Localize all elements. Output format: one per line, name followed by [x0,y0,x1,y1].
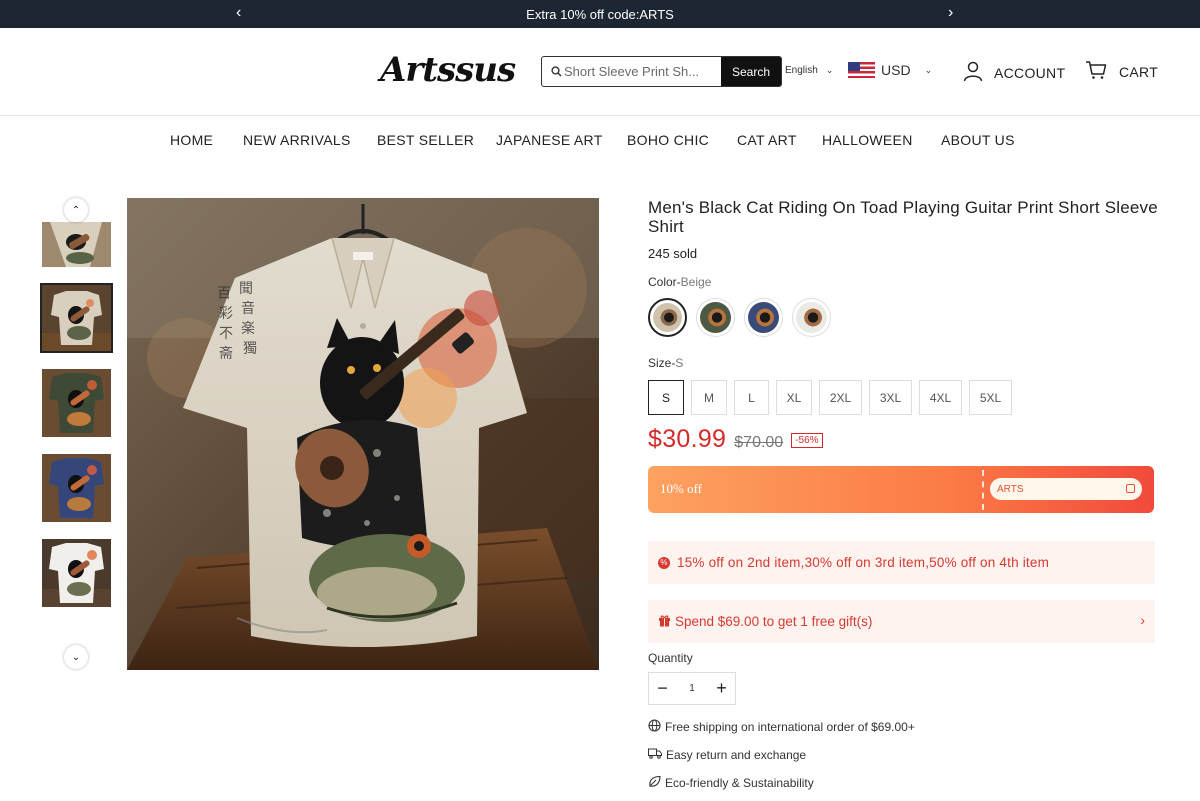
truck-icon [648,747,662,762]
nav-item-new-arrivals[interactable]: NEW ARRIVALS [243,132,351,148]
size-option-2xl[interactable]: 2XL [819,380,862,415]
free-gift-banner[interactable]: Spend $69.00 to get 1 free gift(s) › [648,600,1155,643]
size-option-l[interactable]: L [734,380,769,415]
announcement-text: Extra 10% off code:ARTS [526,6,674,22]
quantity-stepper: − 1 + [648,672,736,705]
multi-buy-promo: % 15% off on 2nd item,30% off on 3rd ite… [648,541,1155,584]
svg-text:獨: 獨 [243,341,257,357]
original-price: $70.00 [734,434,784,451]
cart-icon [1085,60,1107,83]
thumbnail-green[interactable] [42,369,111,437]
quantity-increase-button[interactable]: + [708,673,735,704]
search-button[interactable]: Search [721,57,781,86]
thumbnail-partial[interactable] [42,222,111,267]
gift-icon [658,614,671,630]
announcement-prev-arrow-icon[interactable]: ‹ [236,4,241,22]
sold-count: 245 sold [648,246,698,261]
us-flag-icon [848,62,875,78]
nav-item-home[interactable]: HOME [170,132,213,148]
main-nav: HOME NEW ARRIVALS BEST SELLER JAPANESE A… [0,130,1200,152]
current-price: $30.99 [648,425,727,453]
announcement-next-arrow-icon[interactable]: › [948,4,953,22]
search-icon [542,57,562,86]
size-option-m[interactable]: M [691,380,727,415]
chevron-down-icon: ⌄ [924,64,933,75]
thumbnail-scroll-down-icon[interactable]: ⌄ [64,645,88,669]
nav-item-best-seller[interactable]: BEST SELLER [377,132,474,148]
nav-item-halloween[interactable]: HALLOWEEN [822,132,913,148]
selected-color-value: Beige [680,275,712,289]
language-label: English [785,65,818,76]
cart-label: CART [1119,63,1159,80]
nav-item-japanese-art[interactable]: JAPANESE ART [496,132,603,148]
size-options: S M L XL 2XL 3XL 4XL 5XL [648,380,1012,415]
size-option-4xl[interactable]: 4XL [919,380,962,415]
leaf-icon [648,775,661,791]
thumbnail-scroll-up-icon[interactable]: ⌃ [64,198,88,222]
quantity-label: Quantity [648,651,693,665]
color-swatch-white[interactable] [792,298,831,337]
thumbnail-beige[interactable] [40,283,113,353]
svg-text:百: 百 [217,286,231,302]
size-label: Size-S [648,356,684,370]
search-input[interactable] [562,57,721,86]
account-link[interactable]: ACCOUNT [962,60,1065,85]
brand-logo[interactable]: Artssus [380,50,516,90]
feature-eco-friendly: Eco-friendly & Sustainability [648,775,814,791]
thumbnail-white[interactable] [42,539,111,607]
color-swatch-navy[interactable] [744,298,783,337]
site-header: Artssus Search English ⌄ USD ⌄ ACCOUNT C… [0,28,1200,116]
size-option-xl[interactable]: XL [776,380,812,415]
thumbnail-navy[interactable] [42,454,111,522]
nav-item-cat-art[interactable]: CAT ART [737,132,797,148]
color-swatch-green[interactable] [696,298,735,337]
svg-text:斋: 斋 [219,345,233,362]
size-option-3xl[interactable]: 3XL [869,380,912,415]
svg-text:聞: 聞 [239,281,253,297]
copy-icon [1126,484,1135,493]
size-option-s[interactable]: S [648,380,684,415]
coupon-label: 10% off [660,481,703,496]
main-product-image[interactable]: 百彩不斋 聞音楽獨 [127,198,599,670]
coupon-code: ARTS [997,483,1024,495]
feature-easy-return: Easy return and exchange [648,747,806,762]
currency-selector[interactable]: USD ⌄ [848,62,932,78]
color-swatches [648,298,831,337]
coupon-divider [982,470,984,510]
svg-text:楽: 楽 [241,321,255,337]
cart-link[interactable]: CART [1085,60,1158,83]
selected-size-value: S [675,356,684,370]
globe-icon [648,719,661,735]
nav-item-boho-chic[interactable]: BOHO CHIC [627,132,709,148]
price-block: $30.99 $70.00 -56% [648,425,823,454]
announcement-bar: ‹ Extra 10% off code:ARTS › [0,0,1200,28]
language-selector[interactable]: English ⌄ [785,65,833,76]
nav-item-about-us[interactable]: ABOUT US [941,132,1015,148]
discount-badge: -56% [791,433,823,448]
chevron-down-icon: ⌄ [825,65,834,75]
coupon-code-copy-button[interactable]: ARTS [990,478,1142,500]
quantity-value[interactable]: 1 [676,683,708,694]
product-title: Men's Black Cat Riding On Toad Playing G… [648,198,1158,236]
currency-label: USD [881,62,911,78]
product-info: Men's Black Cat Riding On Toad Playing G… [648,198,1158,790]
quantity-decrease-button[interactable]: − [649,673,676,704]
account-label: ACCOUNT [994,64,1066,81]
feature-free-shipping: Free shipping on international order of … [648,719,915,735]
percent-badge-icon: % [658,556,670,569]
svg-text:彩: 彩 [219,306,233,322]
color-label: Color-Beige [648,275,712,289]
svg-text:不: 不 [219,326,233,342]
promo-text: 15% off on 2nd item,30% off on 3rd item,… [677,555,1050,570]
search-bar: Search [541,56,782,87]
coupon-banner: 10% off ARTS [648,466,1154,513]
svg-text:音: 音 [241,300,255,317]
size-option-5xl[interactable]: 5XL [969,380,1012,415]
gift-text: Spend $69.00 to get 1 free gift(s) [675,614,873,629]
color-swatch-beige[interactable] [648,298,687,337]
user-icon [962,60,984,85]
chevron-right-icon: › [1140,612,1145,628]
